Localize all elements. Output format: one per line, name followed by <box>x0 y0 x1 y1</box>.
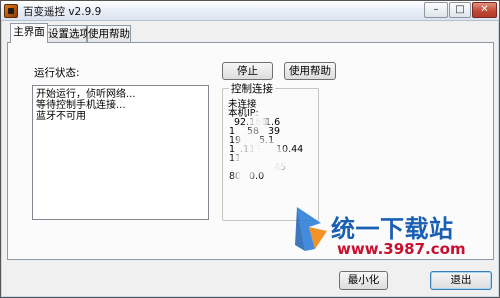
control-connection-title: 控制连接 <box>229 81 275 96</box>
close-window-button[interactable]: ✕ <box>472 2 497 18</box>
title-bar[interactable]: 百变遥控 v2.9.9 – □ ✕ <box>1 1 499 21</box>
tab-settings[interactable]: 设置选项 <box>47 25 90 43</box>
window-title: 百变遥控 v2.9.9 <box>23 6 102 18</box>
stop-button[interactable]: 停止 <box>222 62 273 80</box>
ip-fragment: 0.0 <box>249 171 265 182</box>
ip-blur <box>239 153 285 169</box>
log-line: 开始运行，侦听网络... <box>36 89 136 100</box>
run-status-log[interactable]: 开始运行，侦听网络... 等待控制手机连接... 蓝牙不可用 <box>32 85 209 220</box>
tab-main[interactable]: 主界面 <box>10 23 48 43</box>
log-line: 蓝牙不可用 <box>36 111 86 122</box>
watermark-url: www.3987.com <box>337 240 466 258</box>
bottom-bar <box>1 263 499 297</box>
ip-blur <box>253 118 265 126</box>
app-window: 百变遥控 v2.9.9 – □ ✕ 主界面 设置选项 使用帮助 运行状态: 开始… <box>0 0 500 298</box>
run-status-label: 运行状态: <box>34 67 80 79</box>
app-logo-icon <box>4 4 18 18</box>
minimize-window-button[interactable]: – <box>424 2 448 18</box>
log-line: 等待控制手机连接... <box>36 100 126 111</box>
watermark-site-name: 统一下载站 <box>331 215 454 243</box>
help-button[interactable]: 使用帮助 <box>284 62 336 80</box>
download-site-logo-icon <box>295 207 327 251</box>
exit-button[interactable]: 退出 <box>430 271 492 290</box>
tab-help[interactable]: 使用帮助 <box>87 25 131 43</box>
maximize-window-button[interactable]: □ <box>449 2 471 18</box>
ip-blur <box>255 145 274 153</box>
ip-blur <box>241 136 257 144</box>
ip-blur <box>239 172 248 180</box>
minimize-button[interactable]: 最小化 <box>339 271 388 290</box>
site-watermark: 统一下载站 www.3987.com <box>291 201 476 266</box>
